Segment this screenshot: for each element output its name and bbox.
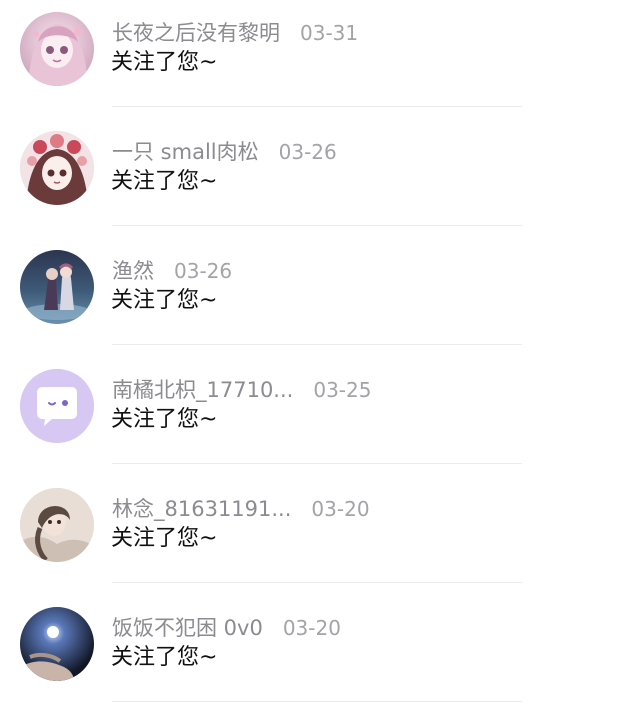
- photo-girl-avatar: [20, 488, 94, 562]
- notification-message: 关注了您~: [111, 645, 218, 670]
- divider: [112, 582, 522, 583]
- notification-message: 关注了您~: [111, 50, 218, 75]
- notification-date: 03-26: [278, 140, 337, 164]
- username[interactable]: 南橘北枳_17710...: [112, 378, 293, 402]
- avatar[interactable]: [20, 488, 94, 562]
- notification-header: 南橘北枳_17710... 03-25: [112, 376, 371, 404]
- notification-date: 03-31: [300, 21, 359, 45]
- avatar[interactable]: [20, 131, 94, 205]
- list-item[interactable]: 饭饭不犯困 0v0 03-20 关注了您~: [0, 595, 640, 706]
- anime-couple-water-avatar: [20, 250, 94, 324]
- hand-light-avatar: [20, 607, 94, 681]
- notification-message: 关注了您~: [111, 407, 218, 432]
- list-item[interactable]: 长夜之后没有黎明 03-31 关注了您~: [0, 0, 640, 119]
- username[interactable]: 长夜之后没有黎明: [112, 21, 280, 45]
- username[interactable]: 渔然: [112, 259, 154, 283]
- avatar[interactable]: [20, 250, 94, 324]
- notification-date: 03-20: [282, 616, 341, 640]
- username[interactable]: 饭饭不犯困 0v0: [112, 616, 263, 640]
- notification-header: 渔然 03-26: [112, 257, 232, 285]
- list-item[interactable]: 林念_81631191... 03-20 关注了您~: [0, 476, 640, 595]
- list-item[interactable]: 一只 small肉松 03-26 关注了您~: [0, 119, 640, 238]
- anime-girl-floral-avatar: [20, 131, 94, 205]
- notification-date: 03-20: [311, 497, 370, 521]
- notification-message: 关注了您~: [111, 288, 218, 313]
- notification-header: 长夜之后没有黎明 03-31: [112, 19, 358, 47]
- avatar[interactable]: [20, 369, 94, 443]
- notification-date: 03-26: [174, 259, 233, 283]
- notification-date: 03-25: [313, 378, 372, 402]
- avatar[interactable]: [20, 12, 94, 86]
- username[interactable]: 一只 small肉松: [112, 140, 259, 164]
- divider: [112, 106, 522, 107]
- divider: [112, 225, 522, 226]
- list-item[interactable]: 南橘北枳_17710... 03-25 关注了您~: [0, 357, 640, 476]
- follower-notification-list: 长夜之后没有黎明 03-31 关注了您~ 一只 small肉松 03-26 关注…: [0, 0, 640, 706]
- avatar[interactable]: [20, 607, 94, 681]
- divider: [112, 344, 522, 345]
- notification-header: 一只 small肉松 03-26: [112, 138, 337, 166]
- notification-message: 关注了您~: [111, 169, 218, 194]
- notification-message: 关注了您~: [111, 526, 218, 551]
- anime-girl-pink-avatar: [20, 12, 94, 86]
- notification-header: 饭饭不犯困 0v0 03-20: [112, 614, 341, 642]
- username[interactable]: 林念_81631191...: [112, 497, 291, 521]
- divider: [112, 463, 522, 464]
- default-chat-bubble-avatar: [20, 369, 94, 443]
- list-item[interactable]: 渔然 03-26 关注了您~: [0, 238, 640, 357]
- divider: [112, 701, 522, 702]
- notification-header: 林念_81631191... 03-20: [112, 495, 370, 523]
